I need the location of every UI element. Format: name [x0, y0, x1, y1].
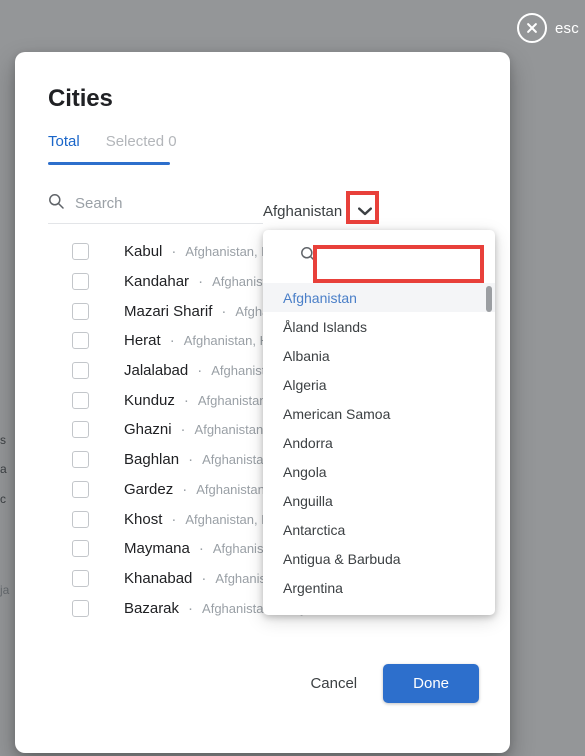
- cancel-button[interactable]: Cancel: [306, 668, 361, 699]
- cities-modal: Cities Total Selected 0 Afghanistan: [15, 52, 510, 753]
- separator-dot: ·: [183, 391, 189, 409]
- country-selector[interactable]: Afghanistan: [263, 198, 379, 224]
- chevron-down-icon: [358, 204, 373, 219]
- country-dropdown-panel: Afghanistan Åland Islands Albania Algeri…: [263, 230, 495, 615]
- separator-dot: ·: [188, 451, 194, 469]
- tab-active-underline: [48, 162, 170, 165]
- country-option-afghanistan[interactable]: Afghanistan: [263, 283, 495, 312]
- search-input[interactable]: [75, 195, 250, 212]
- city-name: Ghazni: [124, 421, 172, 439]
- city-checkbox[interactable]: [72, 302, 89, 320]
- city-name: Mazari Sharif: [124, 302, 213, 320]
- country-dropdown-toggle-button[interactable]: [352, 198, 379, 224]
- city-checkbox[interactable]: [72, 391, 89, 409]
- tab-total[interactable]: Total: [48, 133, 80, 160]
- city-checkbox[interactable]: [72, 362, 89, 380]
- city-checkbox[interactable]: [72, 510, 89, 528]
- city-checkbox[interactable]: [72, 451, 89, 469]
- dropdown-scrollbar-track[interactable]: [486, 285, 492, 615]
- city-checkbox[interactable]: [72, 332, 89, 350]
- country-option-anguilla[interactable]: Anguilla: [263, 486, 495, 515]
- country-options-list[interactable]: Afghanistan Åland Islands Albania Algeri…: [263, 283, 495, 615]
- tab-selected[interactable]: Selected 0: [106, 133, 177, 160]
- city-checkbox[interactable]: [72, 599, 89, 617]
- country-option-algeria[interactable]: Algeria: [263, 370, 495, 399]
- separator-dot: ·: [171, 243, 177, 261]
- city-checkbox[interactable]: [72, 421, 89, 439]
- modal-tabs: Total Selected 0: [48, 133, 177, 160]
- country-option-albania[interactable]: Albania: [263, 341, 495, 370]
- country-option-argentina[interactable]: Argentina: [263, 573, 495, 602]
- page-title: Cities: [48, 85, 113, 112]
- country-option-american-samoa[interactable]: American Samoa: [263, 399, 495, 428]
- city-name: Jalalabad: [124, 362, 189, 380]
- esc-label: esc: [555, 19, 579, 37]
- separator-dot: ·: [198, 273, 204, 291]
- country-option-andorra[interactable]: Andorra: [263, 428, 495, 457]
- city-name: Kunduz: [124, 391, 175, 409]
- city-name: Herat: [124, 332, 161, 350]
- separator-dot: ·: [197, 362, 203, 380]
- country-search-input[interactable]: [329, 248, 484, 265]
- dropdown-scrollbar-thumb[interactable]: [486, 286, 492, 312]
- country-option-aland-islands[interactable]: Åland Islands: [263, 312, 495, 341]
- separator-dot: ·: [188, 599, 194, 617]
- close-modal-control[interactable]: esc: [517, 13, 579, 43]
- modal-footer: Cancel Done: [15, 664, 510, 703]
- city-name: Maymana: [124, 540, 190, 558]
- city-checkbox[interactable]: [72, 480, 89, 498]
- city-name: Khanabad: [124, 569, 193, 587]
- separator-dot: ·: [171, 510, 177, 528]
- search-icon: [48, 193, 64, 214]
- country-option-antarctica[interactable]: Antarctica: [263, 515, 495, 544]
- separator-dot: ·: [182, 480, 188, 498]
- city-name: Kandahar: [124, 273, 190, 291]
- separator-dot: ·: [198, 540, 204, 558]
- separator-dot: ·: [169, 332, 175, 350]
- close-circle-icon[interactable]: [517, 13, 547, 43]
- country-search-field[interactable]: [263, 230, 495, 283]
- city-checkbox[interactable]: [72, 540, 89, 558]
- country-selected-value: Afghanistan: [263, 202, 343, 220]
- done-button[interactable]: Done: [383, 664, 479, 703]
- city-checkbox[interactable]: [72, 273, 89, 291]
- city-name: Kabul: [124, 243, 163, 261]
- search-icon: [300, 246, 316, 267]
- city-name: Bazarak: [124, 599, 180, 617]
- separator-dot: ·: [180, 421, 186, 439]
- city-name: Gardez: [124, 480, 174, 498]
- country-option-angola[interactable]: Angola: [263, 457, 495, 486]
- city-name: Baghlan: [124, 451, 180, 469]
- country-option-antigua-barbuda[interactable]: Antigua & Barbuda: [263, 544, 495, 573]
- city-name: Khost: [124, 510, 163, 528]
- search-field[interactable]: [48, 193, 263, 224]
- separator-dot: ·: [221, 302, 227, 320]
- city-checkbox[interactable]: [72, 243, 89, 261]
- city-checkbox[interactable]: [72, 569, 89, 587]
- separator-dot: ·: [201, 569, 207, 587]
